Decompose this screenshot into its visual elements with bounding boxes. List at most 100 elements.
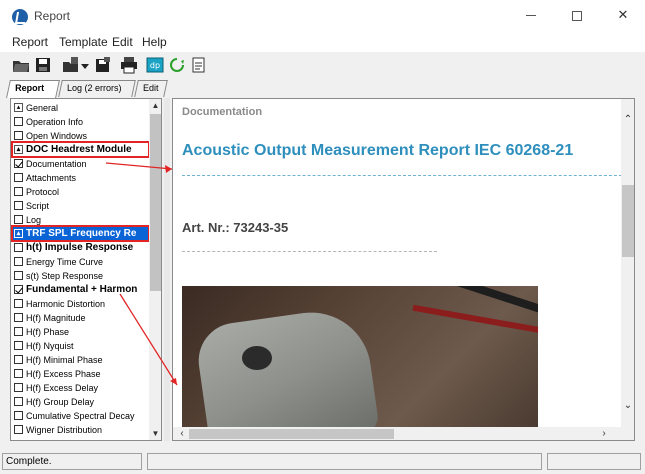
tree-item-label: Energy Time Curve (26, 256, 104, 267)
tree-item-step-response[interactable]: s(t) Step Response (14, 269, 103, 282)
save-icon[interactable] (34, 56, 52, 74)
dp-icon[interactable]: dp (146, 56, 164, 74)
tree-item-label: Script (26, 200, 50, 211)
checkbox-checked[interactable] (14, 159, 23, 168)
tree-item-operation-info[interactable]: Operation Info (14, 115, 83, 128)
load-template-icon[interactable] (62, 56, 80, 74)
scroll-left-icon[interactable]: ‹ (175, 427, 189, 440)
checkbox[interactable] (14, 411, 23, 420)
tree-item-label: Harmonic Distortion (26, 298, 106, 309)
refresh-icon[interactable] (168, 56, 186, 74)
minimize-button[interactable] (508, 0, 554, 32)
checkbox[interactable] (14, 327, 23, 336)
tree-item-energy-time-curve[interactable]: Energy Time Curve (14, 255, 103, 268)
tree-item-label: Protocol (26, 186, 60, 197)
tree-item-label: H(f) Excess Delay (26, 382, 99, 393)
tree-item-protocol[interactable]: Protocol (14, 185, 59, 198)
checkbox[interactable] (14, 425, 23, 434)
tree-item-cumulative-spectral-decay[interactable]: Cumulative Spectral Decay (14, 409, 135, 422)
scroll-thumb[interactable] (622, 185, 634, 257)
tree-item-label: Open Windows (26, 130, 88, 141)
maximize-icon (572, 10, 582, 21)
export-icon[interactable] (190, 56, 208, 74)
scroll-down-icon[interactable]: ⌄ (621, 399, 634, 413)
tree-item-label: Cumulative Spectral Decay (26, 410, 135, 421)
tree-item-hf-excess-delay[interactable]: H(f) Excess Delay (14, 381, 98, 394)
checkbox[interactable] (14, 187, 23, 196)
tree-item-hf-group-delay[interactable]: H(f) Group Delay (14, 395, 94, 408)
menu-template[interactable]: Template (59, 35, 108, 49)
checkbox[interactable] (14, 397, 23, 406)
checkbox-checked[interactable] (14, 285, 23, 294)
status-bar: Complete. (0, 450, 645, 474)
panel-splitter[interactable] (164, 98, 170, 441)
checkbox[interactable] (14, 257, 23, 266)
tab-log[interactable]: Log (2 errors) (58, 80, 136, 97)
photo-headrest-module (193, 304, 381, 429)
close-icon: ✕ (617, 7, 629, 22)
close-button[interactable]: ✕ (600, 0, 645, 32)
tree-item-label: H(f) Nyquist (26, 340, 74, 351)
tree-item-hf-nyquist[interactable]: H(f) Nyquist (14, 339, 74, 352)
tab-report[interactable]: Report (6, 80, 60, 98)
tab-report-label: Report (15, 83, 45, 93)
tree-item-script[interactable]: Script (14, 199, 49, 212)
checkbox[interactable] (14, 369, 23, 378)
scroll-up-icon[interactable]: ⌃ (621, 113, 634, 127)
tree-item-label: H(f) Excess Phase (26, 368, 101, 379)
checkbox[interactable] (14, 243, 23, 252)
tab-log-label: Log (2 errors) (67, 83, 122, 93)
tab-edit-label: Edit (143, 83, 159, 93)
tree-item-general[interactable]: ▴ General (14, 101, 58, 114)
tree-item-hf-phase[interactable]: H(f) Phase (14, 325, 69, 338)
checkbox[interactable] (14, 341, 23, 350)
checkbox[interactable] (14, 173, 23, 182)
checkbox[interactable] (14, 313, 23, 322)
tree-scrollbar[interactable]: ▲ ▼ (149, 99, 161, 440)
checkbox[interactable] (14, 299, 23, 308)
tree-item-label: Wigner Distribution (26, 424, 103, 435)
tree-item-label: Attachments (26, 172, 77, 183)
open-folder-icon[interactable] (12, 56, 30, 74)
checkbox[interactable] (14, 355, 23, 364)
tree-item-label: h(t) Impulse Response (26, 241, 134, 253)
menu-edit[interactable]: Edit (112, 35, 133, 49)
title-divider (182, 175, 632, 176)
menu-report[interactable]: Report (12, 35, 48, 49)
print-icon[interactable] (120, 56, 138, 74)
scroll-up-icon[interactable]: ▲ (149, 99, 161, 112)
checkbox[interactable] (14, 201, 23, 210)
tree-item-hf-excess-phase[interactable]: H(f) Excess Phase (14, 367, 101, 380)
tree-item-fundamental-harmonics[interactable]: Fundamental + Harmon (14, 283, 137, 296)
checkbox[interactable] (14, 117, 23, 126)
tree-item-hf-magnitude[interactable]: H(f) Magnitude (14, 311, 86, 324)
tree-item-attachments[interactable]: Attachments (14, 171, 76, 184)
tree-item-impulse-response[interactable]: h(t) Impulse Response (14, 241, 133, 254)
scroll-thumb[interactable] (150, 114, 161, 291)
scroll-thumb[interactable] (189, 429, 394, 439)
menu-help[interactable]: Help (142, 35, 167, 49)
checkbox[interactable] (14, 131, 23, 140)
scroll-down-icon[interactable]: ▼ (149, 427, 161, 440)
tree-item-harmonic-distortion[interactable]: Harmonic Distortion (14, 297, 105, 310)
scroll-right-icon[interactable]: › (597, 427, 611, 440)
preview-vscrollbar[interactable]: ⌃ ⌄ (621, 99, 634, 427)
save-template-icon[interactable] (94, 56, 112, 74)
tree-item-label: Operation Info (26, 116, 84, 127)
tree-item-hf-minimal-phase[interactable]: H(f) Minimal Phase (14, 353, 103, 366)
tab-edit[interactable]: Edit (134, 80, 168, 97)
collapse-icon[interactable]: ▴ (14, 103, 23, 112)
annotation-highlight-trf (11, 225, 150, 242)
dropdown-icon[interactable] (80, 56, 90, 74)
minimize-icon (526, 15, 536, 17)
checkbox[interactable] (14, 215, 23, 224)
tree-item-documentation[interactable]: Documentation (14, 157, 87, 170)
checkbox[interactable] (14, 383, 23, 392)
product-photo (182, 286, 538, 429)
maximize-button[interactable] (554, 0, 600, 32)
preview-hscrollbar[interactable]: ‹ › (173, 427, 621, 440)
checkbox[interactable] (14, 271, 23, 280)
tree-item-wigner-distribution[interactable]: Wigner Distribution (14, 423, 102, 436)
article-divider (182, 251, 437, 252)
report-preview: Documentation Acoustic Output Measuremen… (172, 98, 635, 441)
